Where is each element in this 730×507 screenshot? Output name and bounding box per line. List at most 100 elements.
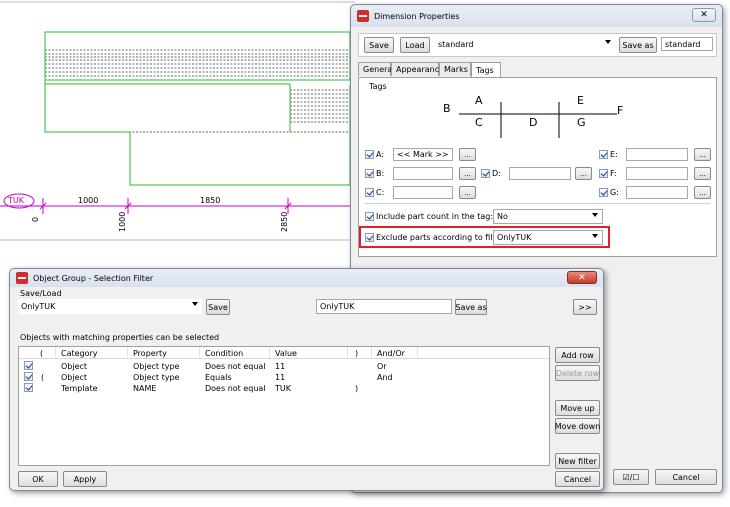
- exclude-parts-checkbox[interactable]: [365, 233, 374, 242]
- tag-d-checkbox[interactable]: [481, 169, 490, 178]
- col-value: Value: [275, 349, 297, 358]
- row-value: TUK: [275, 384, 291, 393]
- filter-dialog-titlebar[interactable]: Object Group - Selection Filter ✕: [10, 269, 603, 287]
- tag-a-field[interactable]: << Mark >>: [393, 148, 453, 161]
- filter-name-field[interactable]: OnlyTUK: [316, 299, 452, 314]
- tags-panel: Tags B A C D E G F A: << Mark >> ... E: …: [358, 77, 717, 257]
- table-row[interactable]: Template NAME Does not equal TUK ): [19, 383, 549, 393]
- save-button[interactable]: Save: [364, 37, 394, 53]
- preset-toolbar: Save Load standard Save as standard: [358, 33, 717, 57]
- col-condition: Condition: [205, 349, 244, 358]
- col-close-paren: ): [355, 349, 359, 358]
- exclude-parts-filter-value: OnlyTUK: [497, 233, 532, 242]
- tag-e-browse-button[interactable]: ...: [694, 148, 711, 161]
- row-enabled-checkbox[interactable]: [24, 372, 33, 381]
- select-toggle-button[interactable]: ☑/☐: [613, 469, 649, 485]
- exclude-parts-filter-select[interactable]: OnlyTUK: [493, 230, 603, 245]
- filter-cancel-button[interactable]: Cancel: [555, 471, 600, 487]
- move-up-button[interactable]: Move up: [555, 400, 600, 416]
- selection-filter-dialog: Object Group - Selection Filter ✕ Save/L…: [9, 268, 604, 491]
- tags-group-title: Tags: [369, 82, 387, 91]
- ordinate-1000: 1000: [118, 211, 127, 232]
- new-filter-button[interactable]: New filter: [555, 453, 600, 469]
- add-row-button[interactable]: Add row: [555, 347, 600, 363]
- dimension-cancel-button[interactable]: Cancel: [655, 469, 717, 485]
- tag-d-field[interactable]: [509, 167, 571, 180]
- load-button[interactable]: Load: [400, 37, 430, 53]
- row-enabled-checkbox[interactable]: [24, 383, 33, 392]
- ordinate-2850: 2850: [280, 211, 289, 232]
- table-row[interactable]: Object Object type Does not equal 11 Or: [19, 361, 549, 371]
- dimension-dialog-titlebar[interactable]: Dimension Properties ✕: [351, 5, 722, 27]
- tag-g-checkbox[interactable]: [599, 188, 608, 197]
- filter-rules-table[interactable]: ( Category Property Condition Value ) An…: [18, 346, 550, 466]
- tab-marks[interactable]: Marks: [439, 62, 471, 76]
- tag-c-field[interactable]: [393, 186, 453, 199]
- tag-b-browse-button[interactable]: ...: [459, 167, 476, 180]
- tag-g-browse-button[interactable]: ...: [694, 186, 711, 199]
- tag-a-browse-button[interactable]: ...: [459, 148, 476, 161]
- diagram-d: D: [529, 116, 538, 129]
- filter-save-button[interactable]: Save: [206, 299, 230, 315]
- tag-c-browse-button[interactable]: ...: [459, 186, 476, 199]
- include-part-count-checkbox[interactable]: [365, 212, 374, 221]
- tag-d-browse-button[interactable]: ...: [575, 167, 592, 180]
- part-outline: [44, 31, 351, 186]
- tag-b-checkbox[interactable]: [365, 169, 374, 178]
- filter-info-text: Objects with matching properties can be …: [20, 333, 220, 342]
- row-property: NAME: [133, 384, 157, 393]
- delete-row-button[interactable]: Delete row: [555, 365, 600, 381]
- exclude-parts-label: Exclude parts according to filter:: [376, 233, 507, 242]
- ok-button[interactable]: OK: [18, 471, 58, 487]
- more-button[interactable]: >>: [573, 299, 597, 315]
- preset-select[interactable]: standard: [435, 37, 615, 52]
- diagram-g: G: [577, 116, 586, 129]
- tab-general[interactable]: General: [358, 62, 395, 76]
- diagram-c: C: [475, 116, 483, 129]
- apply-button[interactable]: Apply: [63, 471, 107, 487]
- col-category: Category: [61, 349, 98, 358]
- table-row[interactable]: ( Object Object type Equals 11 And: [19, 372, 549, 382]
- close-button[interactable]: ✕: [692, 8, 716, 22]
- include-part-count-label: Include part count in the tag:: [376, 212, 494, 221]
- tag-b-field[interactable]: [393, 167, 453, 180]
- save-as-name-field[interactable]: standard: [661, 37, 713, 51]
- tag-label: TUK: [8, 196, 24, 205]
- tag-e-field[interactable]: [626, 148, 688, 161]
- row-and-or: And: [377, 373, 393, 382]
- row-enabled-checkbox[interactable]: [24, 361, 33, 370]
- row-category: Template: [61, 384, 98, 393]
- dimension-dialog-title: Dimension Properties: [374, 11, 460, 21]
- tag-f-browse-button[interactable]: ...: [694, 167, 711, 180]
- row-condition: Does not equal: [205, 362, 266, 371]
- saveload-label: Save/Load: [20, 289, 62, 298]
- tag-d-label: D:: [492, 169, 501, 178]
- tab-tags[interactable]: Tags: [471, 62, 501, 77]
- tag-a-checkbox[interactable]: [365, 150, 374, 159]
- include-part-count-select[interactable]: No: [493, 209, 603, 224]
- save-as-button[interactable]: Save as: [619, 37, 657, 53]
- tag-f-field[interactable]: [626, 167, 688, 180]
- tag-g-field[interactable]: [626, 186, 688, 199]
- row-category: Object: [61, 362, 88, 371]
- col-open-paren: (: [40, 349, 44, 358]
- tag-e-checkbox[interactable]: [599, 150, 608, 159]
- hatch-lines: [45, 49, 350, 133]
- move-down-button[interactable]: Move down: [555, 418, 600, 434]
- chevron-down-icon: [192, 302, 198, 306]
- filter-save-as-button[interactable]: Save as: [455, 299, 487, 315]
- filter-preset-value: OnlyTUK: [21, 302, 56, 311]
- tag-c-checkbox[interactable]: [365, 188, 374, 197]
- dimension-1850: 1850: [200, 196, 221, 205]
- tag-b-label: B:: [376, 169, 385, 178]
- preset-select-value: standard: [438, 40, 474, 49]
- filter-close-button[interactable]: ✕: [567, 271, 597, 284]
- tag-f-checkbox[interactable]: [599, 169, 608, 178]
- filter-preset-select[interactable]: OnlyTUK: [18, 299, 202, 314]
- row-value: 11: [275, 362, 286, 371]
- tab-appearance[interactable]: Appearance: [391, 62, 444, 76]
- col-and-or: And/Or: [377, 349, 405, 358]
- col-property: Property: [133, 349, 167, 358]
- diagram-f: F: [617, 104, 624, 117]
- row-and-or: Or: [377, 362, 387, 371]
